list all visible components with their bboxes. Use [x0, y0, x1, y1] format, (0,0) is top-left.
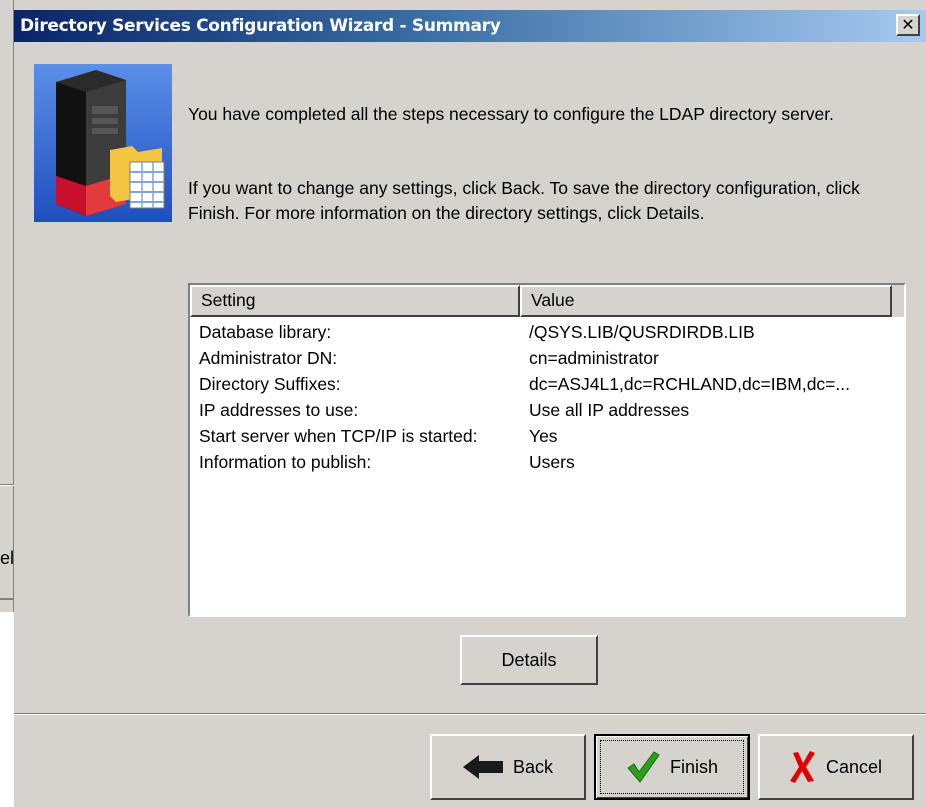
table-row[interactable]: Information to publish: Users	[190, 449, 904, 475]
table-row[interactable]: Start server when TCP/IP is started: Yes	[190, 423, 904, 449]
wizard-dialog: Directory Services Configuration Wizard …	[14, 0, 926, 807]
close-icon: ✕	[901, 15, 915, 34]
setting-cell: Start server when TCP/IP is started:	[199, 426, 478, 446]
finish-button[interactable]: Finish	[594, 734, 750, 800]
table-header: Setting Value	[190, 285, 904, 317]
table-row[interactable]: Directory Suffixes: dc=ASJ4L1,dc=RCHLAND…	[190, 371, 904, 397]
setting-cell: Directory Suffixes:	[199, 374, 341, 394]
background-divider	[0, 484, 14, 486]
red-x-icon	[789, 751, 815, 783]
title-bar[interactable]: Directory Services Configuration Wizard …	[14, 10, 926, 42]
cancel-button-label: Cancel	[825, 756, 883, 777]
column-header-setting[interactable]: Setting	[190, 285, 520, 317]
close-button[interactable]: ✕	[896, 14, 920, 36]
value-cell: Use all IP addresses	[529, 400, 690, 420]
back-button-label: Back	[512, 756, 554, 777]
table-row[interactable]: Database library: /QSYS.LIB/QUSRDIRDB.LI…	[190, 319, 904, 345]
value-cell: dc=ASJ4L1,dc=RCHLAND,dc=IBM,dc=...	[529, 374, 850, 394]
background-divider-2	[0, 598, 14, 600]
settings-summary-table[interactable]: Setting Value Database library: /QSYS.LI…	[188, 283, 906, 617]
details-button-label: Details	[501, 649, 557, 670]
setting-cell: IP addresses to use:	[199, 400, 359, 420]
column-header-value[interactable]: Value	[520, 285, 892, 317]
finish-button-label: Finish	[669, 756, 718, 777]
checkmark-icon	[627, 751, 660, 783]
table-body: Database library: /QSYS.LIB/QUSRDIRDB.LI…	[190, 319, 904, 475]
table-row[interactable]: Administrator DN: cn=administrator	[190, 345, 904, 371]
value-cell: Users	[529, 452, 575, 472]
table-row[interactable]: IP addresses to use: Use all IP addresse…	[190, 397, 904, 423]
value-cell: /QSYS.LIB/QUSRDIRDB.LIB	[529, 322, 755, 342]
setting-cell: Database library:	[199, 322, 332, 342]
cancel-button[interactable]: Cancel	[758, 734, 914, 800]
completion-message: You have completed all the steps necessa…	[188, 104, 834, 124]
background-cancel-button-fragment: Cancel	[0, 548, 14, 568]
header-filler	[892, 285, 904, 317]
background-panel	[0, 612, 14, 807]
button-separator	[14, 713, 926, 715]
setting-cell: Information to publish:	[199, 452, 372, 472]
server-with-folder-icon	[34, 64, 172, 222]
back-button[interactable]: Back	[430, 734, 586, 800]
details-button[interactable]: Details	[460, 635, 598, 685]
value-cell: cn=administrator	[529, 348, 659, 368]
dialog-title: Directory Services Configuration Wizard …	[20, 16, 501, 36]
back-arrow-icon	[462, 755, 503, 779]
instruction-message: If you want to change any settings, clic…	[188, 178, 860, 223]
value-cell: Yes	[529, 426, 558, 446]
setting-cell: Administrator DN:	[199, 348, 338, 368]
